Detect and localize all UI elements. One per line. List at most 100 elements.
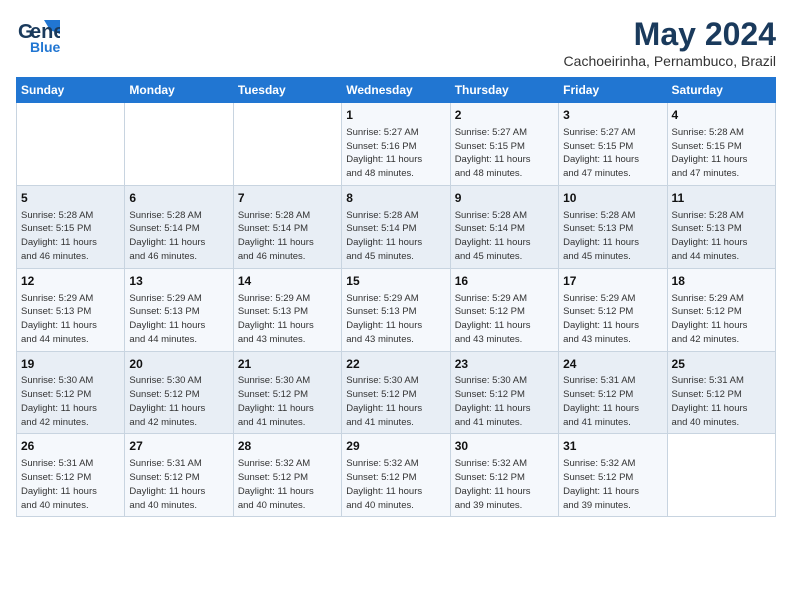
- calendar-cell: 9 Sunrise: 5:28 AMSunset: 5:14 PMDaylight…: [450, 185, 558, 268]
- calendar-cell: 21Sunrise: 5:30 AMSunset: 5:12 PMDayligh…: [233, 351, 341, 434]
- day-info: Sunrise: 5:28 AMSunset: 5:14 PMDaylight:…: [238, 209, 337, 264]
- calendar-cell: 20Sunrise: 5:30 AMSunset: 5:12 PMDayligh…: [125, 351, 233, 434]
- day-header-tuesday: Tuesday: [233, 78, 341, 103]
- calendar-cell: 3Sunrise: 5:27 AMSunset: 5:15 PMDaylight…: [559, 103, 667, 186]
- day-number: 26: [21, 438, 120, 455]
- calendar-week-5: 26 Sunrise: 5:31 AMSunset: 5:12 PMDayligh…: [17, 434, 776, 517]
- day-info: Sunrise: 5:30 AMSunset: 5:12 PMDaylight:…: [455, 374, 554, 429]
- logo-icon: G eneral Blue: [16, 16, 60, 54]
- calendar-cell: 30 Sunrise: 5:32 AMSunset: 5:12 PMDayligh…: [450, 434, 558, 517]
- day-info: Sunrise: 5:30 AMSunset: 5:12 PMDaylight:…: [21, 374, 120, 429]
- day-info: Sunrise: 5:30 AMSunset: 5:12 PMDaylight:…: [346, 374, 445, 429]
- day-info: Sunrise: 5:27 AMSunset: 5:15 PMDaylight:…: [563, 126, 662, 181]
- calendar-cell: 11Sunrise: 5:28 AMSunset: 5:13 PMDayligh…: [667, 185, 775, 268]
- day-number: 2: [455, 107, 554, 124]
- day-number: 17: [563, 273, 662, 290]
- day-number: 9: [455, 190, 554, 207]
- day-number: 8: [346, 190, 445, 207]
- day-number: 23: [455, 356, 554, 373]
- day-info: Sunrise: 5:31 AMSunset: 5:12 PMDaylight:…: [563, 374, 662, 429]
- day-number: 21: [238, 356, 337, 373]
- calendar-week-4: 19Sunrise: 5:30 AMSunset: 5:12 PMDayligh…: [17, 351, 776, 434]
- day-header-wednesday: Wednesday: [342, 78, 450, 103]
- calendar-cell: 29 Sunrise: 5:32 AMSunset: 5:12 PMDayligh…: [342, 434, 450, 517]
- day-info: Sunrise: 5:28 AMSunset: 5:13 PMDaylight:…: [563, 209, 662, 264]
- day-number: 19: [21, 356, 120, 373]
- calendar-cell: 8 Sunrise: 5:28 AMSunset: 5:14 PMDaylight…: [342, 185, 450, 268]
- day-info: Sunrise: 5:29 AMSunset: 5:12 PMDaylight:…: [672, 292, 771, 347]
- day-number: 24: [563, 356, 662, 373]
- day-number: 4: [672, 107, 771, 124]
- day-info: Sunrise: 5:32 AMSunset: 5:12 PMDaylight:…: [238, 457, 337, 512]
- day-number: 30: [455, 438, 554, 455]
- day-info: Sunrise: 5:32 AMSunset: 5:12 PMDaylight:…: [346, 457, 445, 512]
- calendar-cell: [233, 103, 341, 186]
- day-info: Sunrise: 5:29 AMSunset: 5:12 PMDaylight:…: [563, 292, 662, 347]
- day-number: 22: [346, 356, 445, 373]
- calendar-cell: 15 Sunrise: 5:29 AMSunset: 5:13 PMDayligh…: [342, 268, 450, 351]
- calendar-cell: 2 Sunrise: 5:27 AMSunset: 5:15 PMDaylight…: [450, 103, 558, 186]
- day-info: Sunrise: 5:29 AMSunset: 5:13 PMDaylight:…: [129, 292, 228, 347]
- day-number: 18: [672, 273, 771, 290]
- calendar-cell: 26 Sunrise: 5:31 AMSunset: 5:12 PMDayligh…: [17, 434, 125, 517]
- day-number: 16: [455, 273, 554, 290]
- calendar-cell: 24Sunrise: 5:31 AMSunset: 5:12 PMDayligh…: [559, 351, 667, 434]
- title-block: May 2024 Cachoeirinha, Pernambuco, Brazi…: [564, 16, 776, 69]
- day-header-monday: Monday: [125, 78, 233, 103]
- day-info: Sunrise: 5:28 AMSunset: 5:15 PMDaylight:…: [672, 126, 771, 181]
- day-number: 5: [21, 190, 120, 207]
- day-info: Sunrise: 5:29 AMSunset: 5:12 PMDaylight:…: [455, 292, 554, 347]
- day-info: Sunrise: 5:29 AMSunset: 5:13 PMDaylight:…: [21, 292, 120, 347]
- day-number: 1: [346, 107, 445, 124]
- day-info: Sunrise: 5:28 AMSunset: 5:14 PMDaylight:…: [346, 209, 445, 264]
- month-year: May 2024: [564, 16, 776, 53]
- day-info: Sunrise: 5:32 AMSunset: 5:12 PMDaylight:…: [455, 457, 554, 512]
- day-number: 15: [346, 273, 445, 290]
- header: G eneral Blue May 2024 Cachoeirinha, Per…: [16, 16, 776, 69]
- svg-text:Blue: Blue: [30, 39, 60, 54]
- day-number: 27: [129, 438, 228, 455]
- day-number: 20: [129, 356, 228, 373]
- day-info: Sunrise: 5:28 AMSunset: 5:14 PMDaylight:…: [129, 209, 228, 264]
- calendar-table: SundayMondayTuesdayWednesdayThursdayFrid…: [16, 77, 776, 517]
- day-info: Sunrise: 5:30 AMSunset: 5:12 PMDaylight:…: [129, 374, 228, 429]
- day-number: 10: [563, 190, 662, 207]
- day-info: Sunrise: 5:28 AMSunset: 5:15 PMDaylight:…: [21, 209, 120, 264]
- calendar-cell: 7 Sunrise: 5:28 AMSunset: 5:14 PMDaylight…: [233, 185, 341, 268]
- calendar-cell: 23Sunrise: 5:30 AMSunset: 5:12 PMDayligh…: [450, 351, 558, 434]
- day-info: Sunrise: 5:27 AMSunset: 5:16 PMDaylight:…: [346, 126, 445, 181]
- calendar-cell: [125, 103, 233, 186]
- day-header-sunday: Sunday: [17, 78, 125, 103]
- day-number: 29: [346, 438, 445, 455]
- calendar-week-1: 1 Sunrise: 5:27 AMSunset: 5:16 PMDaylight…: [17, 103, 776, 186]
- day-number: 25: [672, 356, 771, 373]
- calendar-cell: 16 Sunrise: 5:29 AMSunset: 5:12 PMDayligh…: [450, 268, 558, 351]
- calendar-cell: 25Sunrise: 5:31 AMSunset: 5:12 PMDayligh…: [667, 351, 775, 434]
- calendar-cell: 22Sunrise: 5:30 AMSunset: 5:12 PMDayligh…: [342, 351, 450, 434]
- day-info: Sunrise: 5:30 AMSunset: 5:12 PMDaylight:…: [238, 374, 337, 429]
- day-info: Sunrise: 5:29 AMSunset: 5:13 PMDaylight:…: [346, 292, 445, 347]
- calendar-cell: 5 Sunrise: 5:28 AMSunset: 5:15 PMDaylight…: [17, 185, 125, 268]
- day-number: 12: [21, 273, 120, 290]
- day-number: 14: [238, 273, 337, 290]
- calendar-cell: [667, 434, 775, 517]
- calendar-cell: [17, 103, 125, 186]
- location: Cachoeirinha, Pernambuco, Brazil: [564, 53, 776, 69]
- day-info: Sunrise: 5:28 AMSunset: 5:14 PMDaylight:…: [455, 209, 554, 264]
- calendar-cell: 12 Sunrise: 5:29 AMSunset: 5:13 PMDayligh…: [17, 268, 125, 351]
- day-info: Sunrise: 5:28 AMSunset: 5:13 PMDaylight:…: [672, 209, 771, 264]
- day-info: Sunrise: 5:31 AMSunset: 5:12 PMDaylight:…: [672, 374, 771, 429]
- calendar-cell: 6 Sunrise: 5:28 AMSunset: 5:14 PMDaylight…: [125, 185, 233, 268]
- calendar-cell: 1 Sunrise: 5:27 AMSunset: 5:16 PMDaylight…: [342, 103, 450, 186]
- day-header-saturday: Saturday: [667, 78, 775, 103]
- day-header-friday: Friday: [559, 78, 667, 103]
- calendar-cell: 10 Sunrise: 5:28 AMSunset: 5:13 PMDayligh…: [559, 185, 667, 268]
- calendar-week-3: 12 Sunrise: 5:29 AMSunset: 5:13 PMDayligh…: [17, 268, 776, 351]
- calendar-week-2: 5 Sunrise: 5:28 AMSunset: 5:15 PMDaylight…: [17, 185, 776, 268]
- calendar-cell: 17 Sunrise: 5:29 AMSunset: 5:12 PMDayligh…: [559, 268, 667, 351]
- day-number: 6: [129, 190, 228, 207]
- day-info: Sunrise: 5:27 AMSunset: 5:15 PMDaylight:…: [455, 126, 554, 181]
- day-number: 7: [238, 190, 337, 207]
- day-info: Sunrise: 5:32 AMSunset: 5:12 PMDaylight:…: [563, 457, 662, 512]
- day-info: Sunrise: 5:31 AMSunset: 5:12 PMDaylight:…: [21, 457, 120, 512]
